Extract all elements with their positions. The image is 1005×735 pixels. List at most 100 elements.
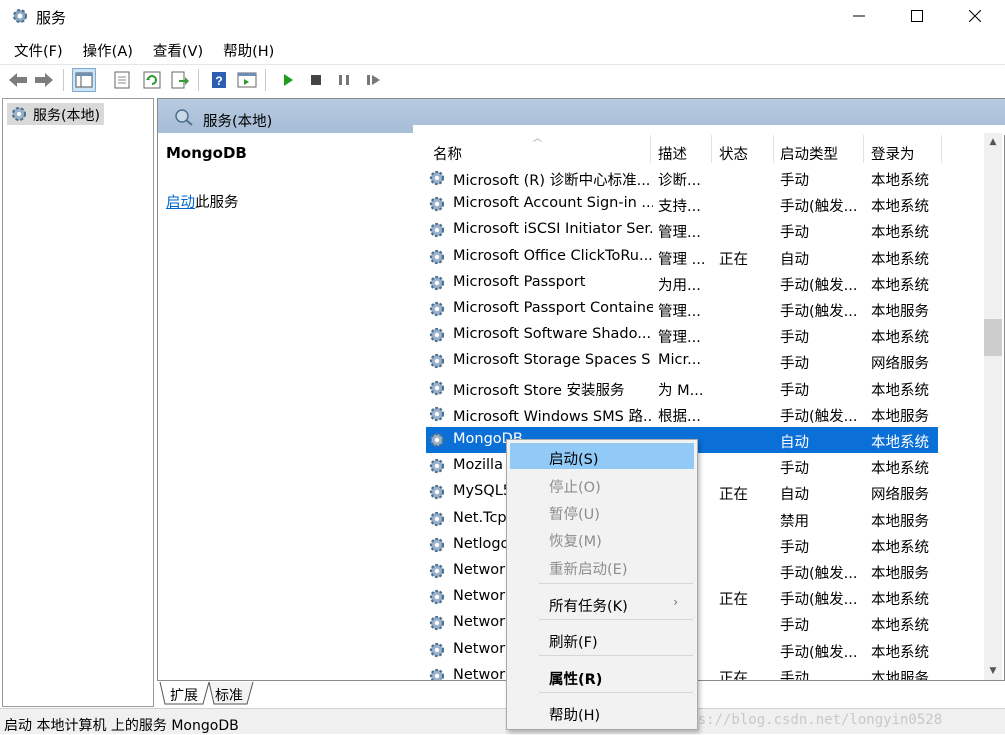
cell-logon: 网络服务 [871, 487, 929, 504]
stop-icon [311, 75, 321, 85]
tab-standard[interactable]: 标准 [205, 682, 251, 705]
forward-icon [35, 73, 53, 87]
menu-file[interactable]: 文件(F) [14, 36, 63, 62]
start-service-button[interactable] [276, 68, 300, 92]
column-header-description[interactable]: 描述 [658, 143, 687, 164]
forward-button[interactable] [32, 68, 56, 92]
cell-logon: 本地系统 [871, 592, 929, 609]
cell-status: 正在 [719, 251, 748, 268]
column-header-logon-as[interactable]: 登录为 [871, 143, 915, 164]
console-button[interactable] [235, 68, 259, 92]
pause-icon [339, 75, 349, 85]
service-gear-icon [429, 354, 445, 369]
service-gear-icon [429, 642, 445, 657]
properties-sheet-button[interactable] [110, 68, 134, 92]
refresh-button[interactable] [140, 68, 164, 92]
service-row[interactable]: Microsoft Store 安装服务 为 M... 手动 本地系统 [426, 375, 938, 401]
scroll-up-icon[interactable]: ▲ [984, 133, 1002, 151]
cell-desc: 管理... [658, 304, 701, 320]
service-row[interactable]: Microsoft Passport 为用... 手动(触发... 本地系统 [426, 270, 938, 296]
column-header-name[interactable]: 名称 [433, 143, 462, 164]
start-service-link[interactable]: 启动 [166, 195, 195, 211]
minimize-button[interactable] [830, 0, 888, 32]
ctx-properties[interactable]: 属性(R) [510, 663, 694, 689]
ctx-pause[interactable]: 暂停(U) [510, 498, 694, 524]
cell-logon: 本地系统 [871, 539, 929, 556]
cell-start: 手动(触发... [780, 304, 858, 320]
cell-start: 手动 [780, 225, 809, 242]
minimize-icon [853, 15, 865, 17]
service-row[interactable]: Microsoft Passport Container 管理... 手动(触发..… [426, 296, 938, 322]
service-row[interactable]: Microsoft Account Sign-in ... 支持... 手动(触发.… [426, 191, 938, 217]
cell-name: Microsoft Passport Container [453, 300, 653, 316]
ctx-restart[interactable]: 重新启动(E) [510, 553, 694, 579]
ctx-all-tasks[interactable]: 所有任务(K) › [510, 590, 694, 616]
services-window: 服务 文件(F) 操作(A) 查看(V) 帮助(H) ? 服务(本地) 服务(本… [0, 0, 1005, 734]
scrollbar-thumb[interactable] [984, 319, 1002, 356]
export-list-button[interactable] [168, 68, 192, 92]
ctx-resume[interactable]: 恢复(M) [510, 525, 694, 551]
cell-logon: 本地系统 [871, 251, 929, 268]
search-gear-icon [175, 109, 193, 126]
cell-status: 正在 [719, 487, 748, 504]
tree-node-services-local[interactable]: 服务(本地) [7, 103, 104, 125]
cell-start: 手动 [780, 618, 809, 635]
cell-start: 手动 [780, 330, 809, 347]
back-button[interactable] [6, 68, 30, 92]
service-row[interactable]: Microsoft Software Shado... 管理... 手动 本地系统 [426, 322, 938, 348]
cell-logon: 本地系统 [871, 644, 929, 661]
refresh-icon [143, 71, 161, 89]
service-gear-icon [429, 406, 445, 421]
service-gear-icon [429, 223, 445, 238]
context-menu: 启动(S) 停止(O) 暂停(U) 恢复(M) 重新启动(E) 所有任务(K) … [506, 439, 698, 730]
services-gear-icon [13, 9, 27, 23]
sort-caret-icon: ︿ [533, 134, 543, 144]
selected-service-name: MongoDB [166, 144, 247, 162]
toolbar: ? [0, 64, 1005, 94]
ctx-stop[interactable]: 停止(O) [510, 471, 694, 497]
console-tree-icon [75, 72, 93, 88]
column-header-row: ︿ 名称 描述 状态 启动类型 登录为 [413, 125, 983, 165]
service-row[interactable]: Microsoft (R) 诊断中心标准... 诊断... 手动 本地系统 [426, 165, 938, 191]
status-text: 启动 本地计算机 上的服务 MongoDB [4, 718, 239, 734]
cell-name: Microsoft Windows SMS 路... [453, 408, 653, 425]
services-gear-icon [12, 107, 26, 121]
services-list: ︿ 名称 描述 状态 启动类型 登录为 Microsoft (R) 诊断中心标准… [413, 125, 983, 680]
maximize-button[interactable] [888, 0, 946, 32]
service-row[interactable]: Microsoft Storage Spaces S Micr... 手动 网络服务 [426, 348, 938, 374]
restart-service-button[interactable] [362, 68, 386, 92]
ctx-refresh[interactable]: 刷新(F) [510, 626, 694, 652]
column-header-status[interactable]: 状态 [719, 143, 748, 164]
menu-view[interactable]: 查看(V) [153, 36, 203, 62]
menu-action[interactable]: 操作(A) [83, 36, 133, 62]
menu-help[interactable]: 帮助(H) [223, 36, 274, 62]
start-service-suffix: 此服务 [195, 195, 239, 211]
cell-name: Microsoft Software Shado... [453, 326, 652, 343]
stop-service-button[interactable] [304, 68, 328, 92]
service-row[interactable]: Microsoft Office ClickToRu... 管理 ... 正在 自动 本… [426, 244, 938, 270]
cell-desc: 根据... [658, 408, 701, 425]
cell-start: 自动 [780, 435, 809, 451]
show-console-tree-button[interactable] [72, 68, 96, 92]
service-gear-icon [429, 249, 445, 264]
close-button[interactable] [946, 0, 1004, 32]
vertical-scrollbar[interactable]: ▲ ▼ [984, 133, 1002, 680]
column-header-startup-type[interactable]: 启动类型 [780, 143, 838, 164]
scroll-down-icon[interactable]: ▼ [984, 662, 1002, 680]
status-bar: 启动 本地计算机 上的服务 MongoDB https://blog.csdn.… [0, 708, 1005, 734]
cell-desc: 诊断... [658, 173, 701, 189]
help-button[interactable]: ? [207, 68, 231, 92]
cell-name: Microsoft Store 安装服务 [453, 382, 625, 399]
pause-service-button[interactable] [332, 68, 356, 92]
service-row[interactable]: Microsoft Windows SMS 路... 根据... 手动(触发... 本… [426, 401, 938, 427]
cell-logon: 本地系统 [871, 382, 929, 399]
cell-logon: 本地系统 [871, 199, 929, 216]
tab-extended[interactable]: 扩展 [160, 682, 206, 705]
menu-bar: 文件(F) 操作(A) 查看(V) 帮助(H) [0, 36, 1005, 62]
ctx-start[interactable]: 启动(S) [510, 443, 694, 469]
service-row[interactable]: Microsoft iSCSI Initiator Ser... 管理... 手动 本… [426, 217, 938, 243]
pane-title: 服务(本地) [203, 114, 273, 130]
ctx-help[interactable]: 帮助(H) [510, 699, 694, 725]
cell-logon: 本地服务 [871, 304, 929, 320]
cell-start: 手动(触发... [780, 592, 858, 609]
